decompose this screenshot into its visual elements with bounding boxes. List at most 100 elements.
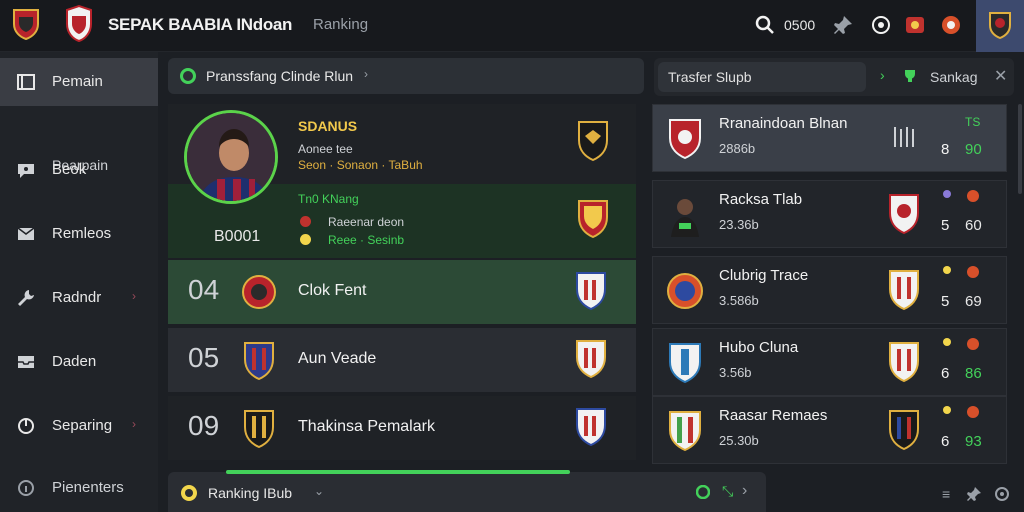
stat-line-1: Raeenar deon: [328, 215, 405, 229]
club-crest-icon: [669, 411, 701, 452]
chevron-right-icon[interactable]: ›: [742, 482, 747, 500]
sidebar-item-separing[interactable]: Separing ›: [0, 402, 158, 450]
search-text: Trasfer Slupb: [668, 69, 752, 85]
red-marker-icon: [300, 216, 311, 227]
club-name: Clok Fent: [298, 282, 367, 299]
transfer-search-header: Trasfer Slupb › Sankag ✕: [654, 58, 1014, 96]
sidebar-item-label: Daden: [52, 353, 97, 370]
sidebar-item-label: Pienenters: [52, 479, 124, 496]
card-value: 25.30b: [719, 433, 759, 448]
status-icon[interactable]: [696, 485, 710, 499]
ranking-row[interactable]: 09 Thakinsa Pemalark: [168, 396, 636, 460]
stat-a: 6: [941, 365, 950, 382]
sidebar-item-label: Pemain: [52, 73, 103, 90]
club-mini-icon: [967, 266, 979, 278]
club-name: Thakinsa Pemalark: [298, 418, 435, 435]
wrench-icon: [18, 290, 34, 306]
sidebar-item-beok[interactable]: Beok: [0, 146, 158, 194]
profile-avatar[interactable]: [976, 0, 1024, 52]
card-title: Raasar Remaes: [719, 407, 828, 424]
sidebar-item-pienenters[interactable]: Pienenters: [0, 464, 158, 512]
scrollbar[interactable]: [1018, 104, 1022, 194]
rank-number: 04: [188, 274, 220, 305]
top-bar: SEPAK BAABIA INdoan Ranking 0500: [0, 0, 1024, 52]
transfer-card[interactable]: Racksa Tlab 23.36b 5 60: [652, 180, 1007, 248]
close-icon[interactable]: ✕: [994, 66, 1007, 86]
club-crest-icon: [889, 270, 919, 311]
rank-number: 09: [188, 410, 220, 441]
app-title: SEPAK BAABIA INdoan: [108, 15, 293, 34]
coin-counter: 0500: [784, 17, 816, 33]
sidebar-item-label: Beok: [52, 161, 87, 178]
card-title: Clubrig Trace: [719, 267, 809, 284]
pin-icon[interactable]: [966, 486, 982, 502]
stat-a: 5: [941, 217, 950, 234]
player-meta: Seon · Sonaon · TaBuh: [298, 158, 423, 172]
sidebar-item-remleos[interactable]: Remleos: [0, 210, 158, 258]
transfer-card[interactable]: Hubo Cluna 3.56b 6 86: [652, 328, 1007, 396]
club-crest-icon: [889, 410, 919, 451]
badge-icon[interactable]: [904, 14, 926, 36]
stat-b: 69: [965, 293, 982, 310]
stat-a: 5: [941, 293, 950, 310]
ranking-footer-bar[interactable]: Ranking IBub ⌄ ⤡ ›: [168, 470, 766, 512]
club-crest-icon: [578, 121, 608, 162]
transfer-card[interactable]: Rranaindoan Blnan 2886b TS 8 90: [652, 104, 1007, 172]
location-pin-icon: [943, 266, 951, 274]
transfer-card[interactable]: Clubrig Trace 3.586b 5 69: [652, 256, 1007, 324]
rank-number: 05: [188, 342, 220, 373]
player-photo: [184, 110, 278, 204]
status-dot-icon: [180, 68, 196, 84]
chevron-right-icon[interactable]: ›: [880, 67, 885, 83]
transfer-panel-header[interactable]: Pranssfang Clinde Rlun ›: [168, 58, 644, 94]
club-crest-icon: [889, 194, 919, 235]
settings-icon[interactable]: [870, 14, 892, 36]
ranking-row[interactable]: 05 Aun Veade: [168, 328, 636, 392]
pin-icon[interactable]: [832, 14, 854, 36]
transfer-card[interactable]: Raasar Remaes 25.30b 6 93: [652, 396, 1007, 464]
chevron-right-icon: ›: [132, 417, 136, 431]
club-crest-icon: [244, 410, 274, 448]
club-crest-icon[interactable]: [12, 8, 40, 40]
sidebar-item-pemain[interactable]: Pemain: [0, 58, 158, 106]
notification-icon[interactable]: [940, 14, 962, 36]
stat-b: 86: [965, 365, 982, 382]
card-value: 3.56b: [719, 365, 752, 380]
yellow-marker-icon: [300, 234, 311, 245]
location-pin-icon: [943, 190, 951, 198]
location-pin-icon: [943, 338, 951, 346]
expand-icon[interactable]: ⤡: [722, 483, 733, 500]
club-crest-icon: [669, 343, 701, 384]
card-value: 3.586b: [719, 293, 759, 308]
stat-b: 93: [965, 433, 982, 450]
chat-icon: [18, 164, 34, 178]
chevron-down-icon[interactable]: ⌄: [314, 484, 324, 498]
club-crest-icon: [576, 340, 606, 379]
stat-b: 60: [965, 217, 982, 234]
panel-title: Pranssfang Clinde Rlun: [206, 68, 354, 84]
ranking-row[interactable]: 04 Clok Fent: [168, 260, 636, 324]
club-crest-icon: [576, 272, 606, 311]
settings-icon[interactable]: [994, 486, 1010, 502]
sidebar-item-daden[interactable]: Daden: [0, 338, 158, 386]
trophy-icon[interactable]: [902, 68, 918, 84]
club-mini-icon: [967, 190, 979, 202]
sidebar: Pemain Pearpain Beok Remleos Radndr › Da…: [0, 52, 158, 512]
club-crest-icon: [242, 275, 276, 309]
stat-a: 6: [941, 433, 950, 450]
card-title: Racksa Tlab: [719, 191, 803, 208]
progress-bar: [226, 470, 570, 474]
club-crest-icon: [576, 408, 606, 447]
list-icon[interactable]: ≡: [942, 486, 950, 502]
sidebar-item-radndr[interactable]: Radndr ›: [0, 274, 158, 322]
card-title: Rranaindoan Blnan: [719, 115, 848, 132]
search-input[interactable]: Trasfer Slupb: [658, 62, 866, 92]
search-icon[interactable]: [754, 14, 776, 36]
player-subtitle: Aonee tee: [298, 142, 353, 156]
club-crest-icon: [667, 273, 703, 309]
card-title: Hubo Cluna: [719, 339, 799, 356]
breadcrumb[interactable]: Ranking: [313, 16, 368, 33]
club-logo-icon[interactable]: [64, 4, 94, 44]
chevron-right-icon: ›: [364, 67, 368, 81]
chevron-right-icon: ›: [132, 289, 136, 303]
